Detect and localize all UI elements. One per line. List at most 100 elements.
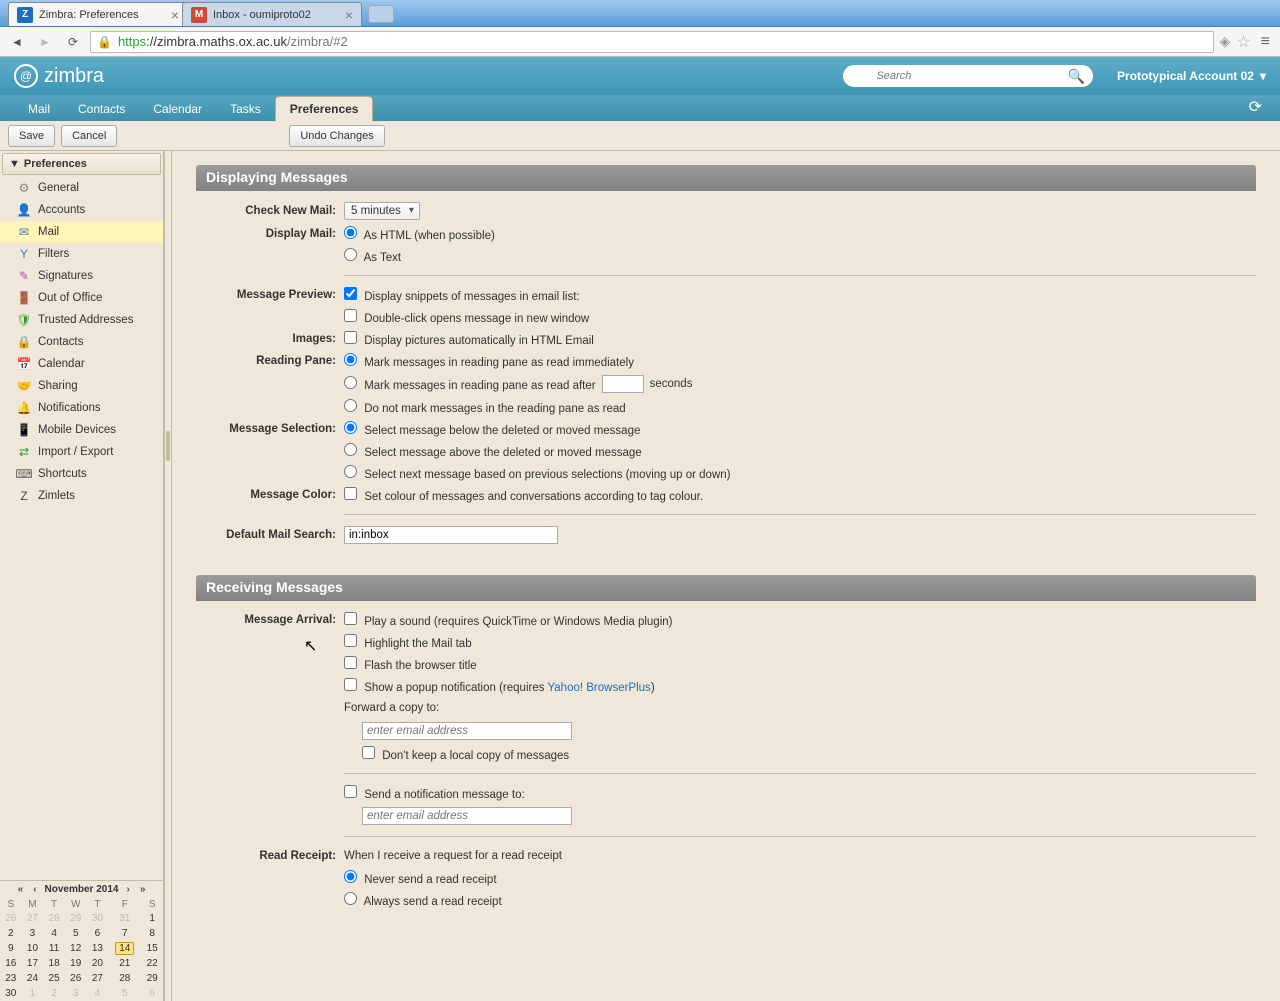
browser-tab-inactive[interactable]: M Inbox - oumiproto02 ×: [182, 2, 362, 26]
cal-day[interactable]: 13: [87, 941, 109, 956]
cal-day[interactable]: 14: [108, 941, 141, 956]
sidebar-item-contacts[interactable]: 🔒Contacts: [0, 331, 163, 353]
cal-day[interactable]: 15: [141, 941, 163, 956]
cal-day[interactable]: 2: [43, 986, 65, 1001]
mail-scope-icon[interactable]: ✉ ▾: [851, 69, 870, 83]
cal-day[interactable]: 5: [108, 986, 141, 1001]
cal-day[interactable]: 9: [0, 941, 22, 956]
chrome-menu-icon[interactable]: ≡: [1257, 33, 1274, 51]
extension-icon[interactable]: ◈: [1220, 33, 1231, 50]
cal-day[interactable]: 18: [43, 956, 65, 971]
cal-day[interactable]: 4: [87, 986, 109, 1001]
cal-day[interactable]: 21: [108, 956, 141, 971]
save-button[interactable]: Save: [8, 125, 55, 147]
check-new-mail-select[interactable]: 5 minutes: [344, 202, 420, 220]
dont-keep-checkbox[interactable]: Don't keep a local copy of messages: [362, 746, 569, 762]
cal-day[interactable]: 1: [141, 911, 163, 926]
notif-email-input[interactable]: [362, 807, 572, 825]
default-search-input[interactable]: [344, 526, 558, 544]
cal-day[interactable]: 28: [43, 911, 65, 926]
search-icon[interactable]: 🔍: [1068, 68, 1085, 85]
back-button[interactable]: ◄: [6, 31, 28, 53]
cal-day[interactable]: 19: [65, 956, 87, 971]
cal-day[interactable]: 17: [22, 956, 44, 971]
message-color-checkbox[interactable]: Set colour of messages and conversations…: [344, 487, 703, 503]
cal-prev-month-icon[interactable]: ‹: [31, 884, 38, 895]
undo-changes-button[interactable]: Undo Changes: [289, 125, 384, 147]
cal-day[interactable]: 24: [22, 971, 44, 986]
cal-day[interactable]: 30: [87, 911, 109, 926]
cal-day[interactable]: 3: [22, 926, 44, 941]
splitter[interactable]: [164, 151, 172, 1001]
cal-day[interactable]: 6: [141, 986, 163, 1001]
cal-day[interactable]: 7: [108, 926, 141, 941]
browserplus-link[interactable]: Yahoo! BrowserPlus: [547, 682, 650, 694]
tab-mail[interactable]: Mail: [14, 97, 64, 121]
cal-day[interactable]: 22: [141, 956, 163, 971]
cal-day[interactable]: 26: [0, 911, 22, 926]
send-notif-checkbox[interactable]: Send a notification message to:: [344, 785, 525, 801]
new-tab-button[interactable]: [368, 5, 394, 23]
sidebar-item-out-of-office[interactable]: 🚪Out of Office: [0, 287, 163, 309]
sidebar-item-trusted-addresses[interactable]: 🛡Trusted Addresses: [0, 309, 163, 331]
display-mail-html-radio[interactable]: As HTML (when possible): [344, 226, 495, 242]
reading-pane-seconds-input[interactable]: [602, 375, 644, 393]
browser-tab-active[interactable]: Z Zimbra: Preferences ×: [8, 2, 188, 26]
snippets-checkbox[interactable]: Display snippets of messages in email li…: [344, 287, 580, 303]
global-search[interactable]: ✉ ▾ 🔍: [843, 65, 1093, 87]
tab-preferences[interactable]: Preferences: [275, 96, 374, 121]
sidebar-item-general[interactable]: ⚙General: [0, 177, 163, 199]
doubleclick-checkbox[interactable]: Double-click opens message in new window: [344, 309, 589, 325]
forward-email-input[interactable]: [362, 722, 572, 740]
tab-tasks[interactable]: Tasks: [216, 97, 275, 121]
address-bar[interactable]: 🔒 https://zimbra.maths.ox.ac.uk/zimbra/#…: [90, 31, 1214, 53]
reading-pane-none-radio[interactable]: Do not mark messages in the reading pane…: [344, 399, 626, 415]
cal-day[interactable]: 25: [43, 971, 65, 986]
sidebar-item-import-export[interactable]: ⇄Import / Export: [0, 441, 163, 463]
cal-day[interactable]: 31: [108, 911, 141, 926]
cal-day[interactable]: 8: [141, 926, 163, 941]
cal-day[interactable]: 1: [22, 986, 44, 1001]
flash-title-checkbox[interactable]: Flash the browser title: [344, 656, 477, 672]
sidebar-item-zimlets[interactable]: ZZimlets: [0, 485, 163, 507]
sidebar-header[interactable]: ▼ Preferences: [2, 153, 161, 175]
cal-day[interactable]: 16: [0, 956, 22, 971]
cal-day[interactable]: 26: [65, 971, 87, 986]
cal-day[interactable]: 4: [43, 926, 65, 941]
sidebar-item-accounts[interactable]: 👤Accounts: [0, 199, 163, 221]
cal-day[interactable]: 12: [65, 941, 87, 956]
display-mail-text-radio[interactable]: As Text: [344, 248, 401, 264]
cancel-button[interactable]: Cancel: [61, 125, 117, 147]
cal-next-month-icon[interactable]: ›: [124, 884, 131, 895]
search-input[interactable]: [876, 70, 1061, 82]
cal-day[interactable]: 20: [87, 956, 109, 971]
sidebar-item-notifications[interactable]: 🔔Notifications: [0, 397, 163, 419]
cal-day[interactable]: 29: [65, 911, 87, 926]
account-menu[interactable]: Prototypical Account 02 ▾: [1117, 69, 1266, 83]
cal-day[interactable]: 27: [87, 971, 109, 986]
mini-calendar-grid[interactable]: SMTWTFS262728293031123456789101112131415…: [0, 898, 163, 1001]
sidebar-item-sharing[interactable]: 🤝Sharing: [0, 375, 163, 397]
cal-day[interactable]: 5: [65, 926, 87, 941]
tab-calendar[interactable]: Calendar: [139, 97, 216, 121]
select-above-radio[interactable]: Select message above the deleted or move…: [344, 443, 642, 459]
reload-button[interactable]: ⟳: [62, 31, 84, 53]
sidebar-item-calendar[interactable]: 📅Calendar: [0, 353, 163, 375]
cal-day[interactable]: 29: [141, 971, 163, 986]
cal-day[interactable]: 6: [87, 926, 109, 941]
reading-pane-immediate-radio[interactable]: Mark messages in reading pane as read im…: [344, 353, 634, 369]
cal-day[interactable]: 28: [108, 971, 141, 986]
sidebar-item-mail[interactable]: ✉Mail: [0, 221, 163, 243]
cal-day[interactable]: 10: [22, 941, 44, 956]
tab-contacts[interactable]: Contacts: [64, 97, 139, 121]
bookmark-star-icon[interactable]: ☆: [1236, 32, 1250, 52]
rr-always-radio[interactable]: Always send a read receipt: [344, 892, 502, 908]
select-below-radio[interactable]: Select message below the deleted or move…: [344, 421, 640, 437]
popup-notif-checkbox[interactable]: Show a popup notification (requires Yaho…: [344, 678, 655, 694]
cal-next-year-icon[interactable]: »: [138, 884, 148, 895]
cal-day[interactable]: 3: [65, 986, 87, 1001]
highlight-tab-checkbox[interactable]: Highlight the Mail tab: [344, 634, 472, 650]
rr-never-radio[interactable]: Never send a read receipt: [344, 870, 497, 886]
forward-button[interactable]: ►: [34, 31, 56, 53]
sidebar-item-shortcuts[interactable]: ⌨Shortcuts: [0, 463, 163, 485]
